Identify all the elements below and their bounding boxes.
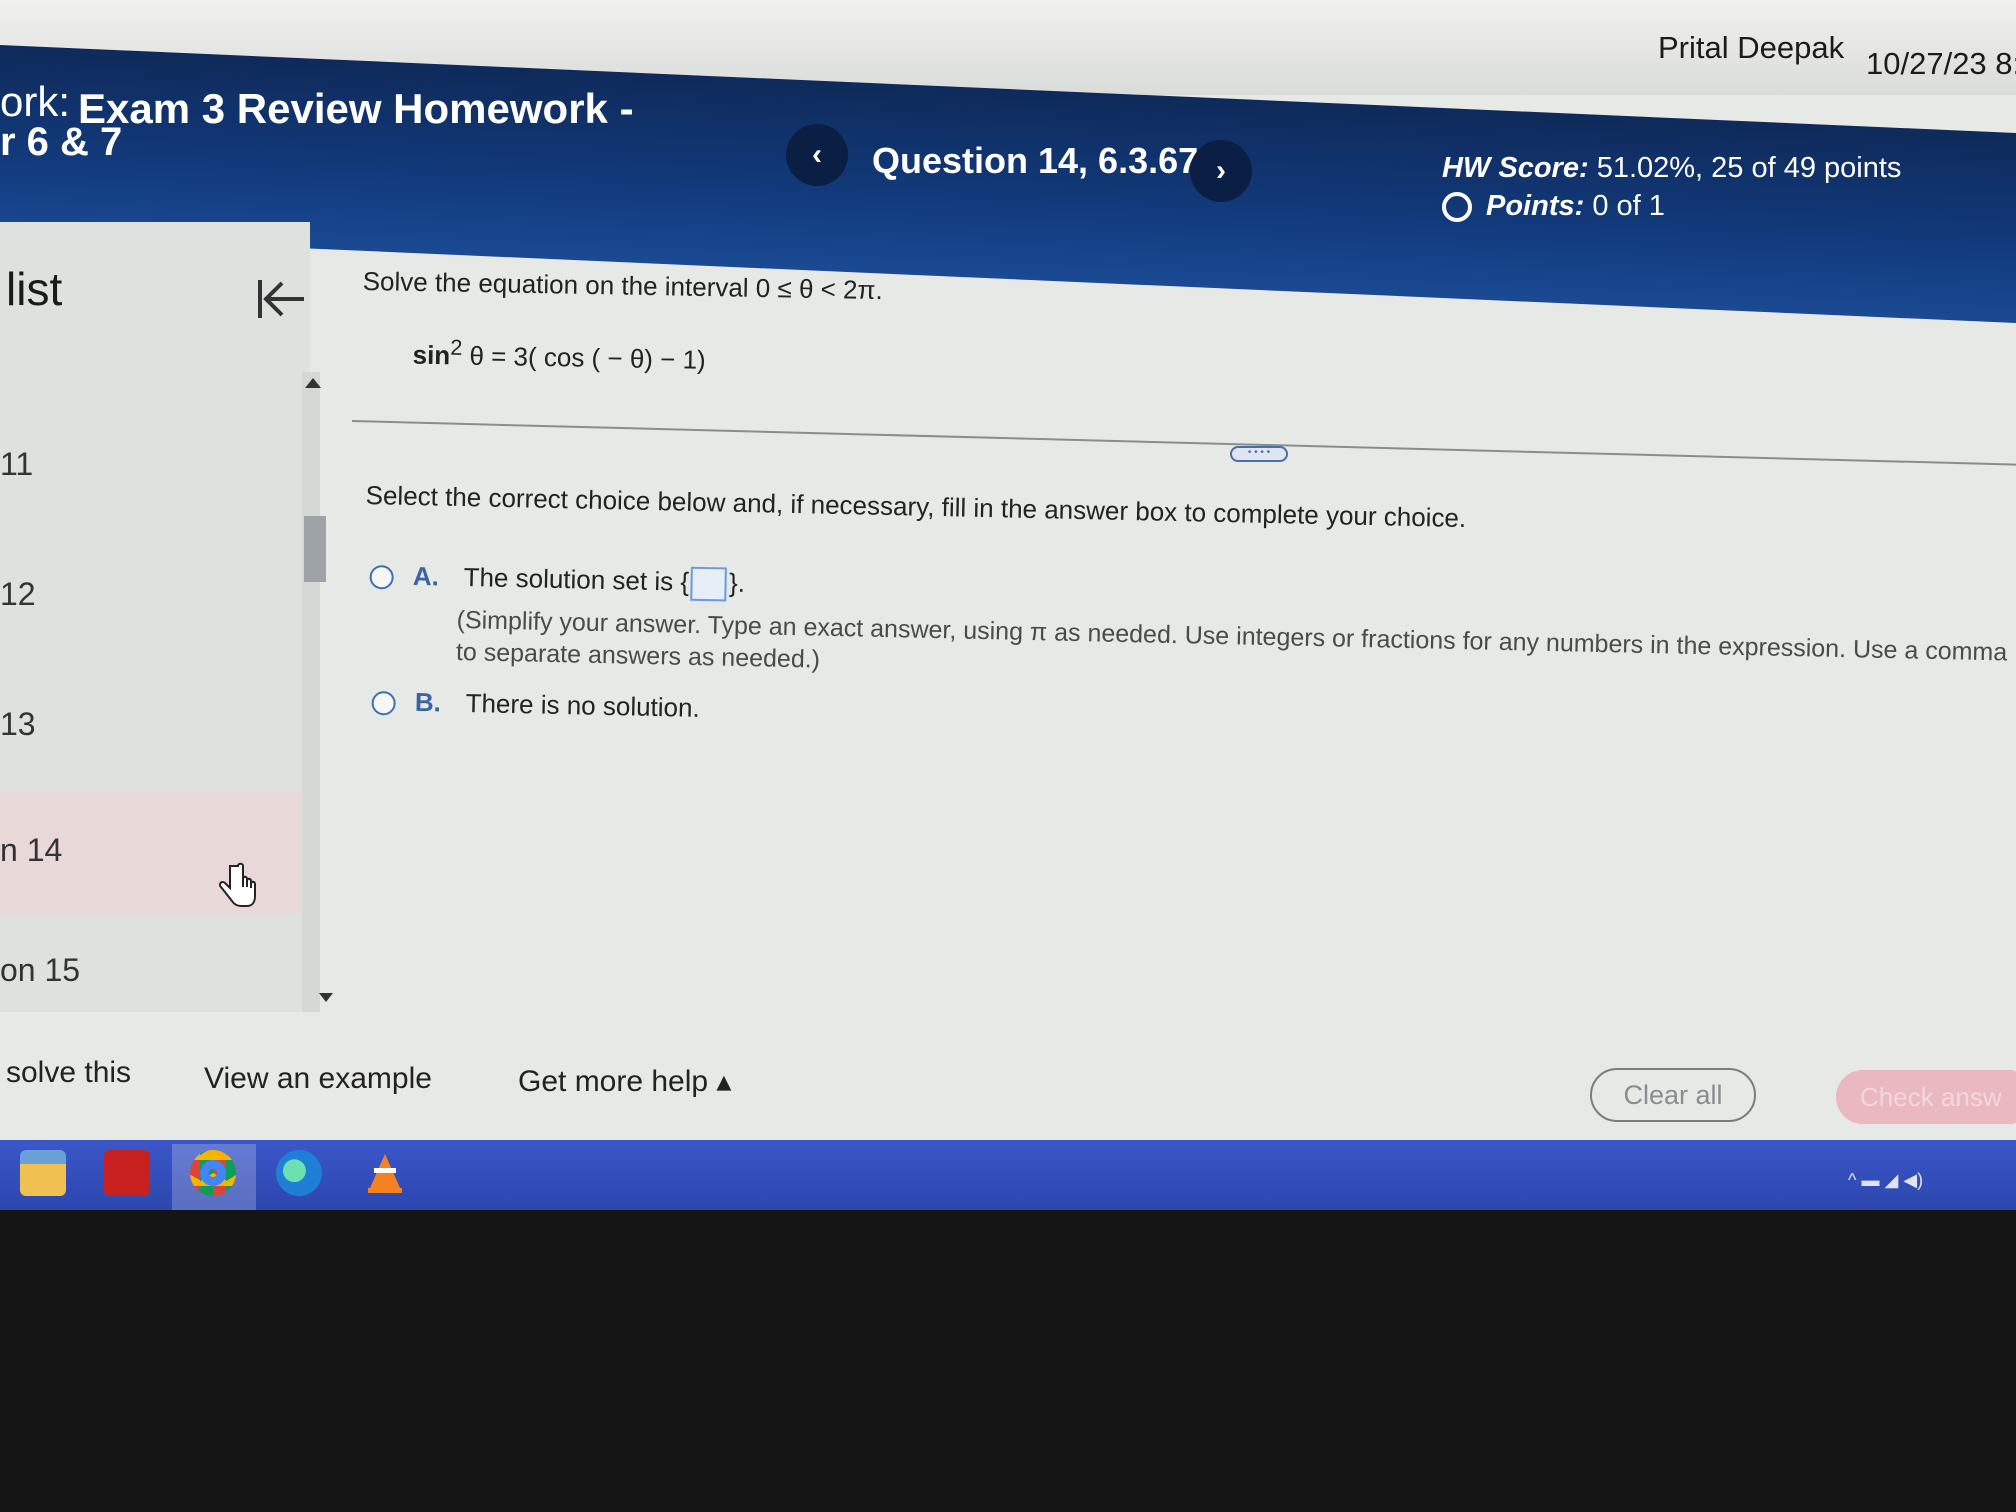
clear-all-label: Clear all [1623,1079,1723,1110]
question-prompt: Solve the equation on the interval 0 ≤ θ… [362,266,883,306]
homework-prefix: ork: [0,78,71,125]
choice-b-text: There is no solution. [465,687,701,723]
check-answer-label: Check answ [1860,1081,2002,1112]
get-more-help-link[interactable]: Get more help ▴ [518,1064,732,1099]
sidebar-item-label: 13 [0,706,36,742]
previous-question-button[interactable]: ‹ [786,124,848,186]
header-content: ork: Exam 3 Review Homework - r 6 & 7 ‹ … [0,0,2016,260]
sidebar-item-label: n 14 [0,832,63,868]
points: Points: 0 of 1 [1442,190,1665,223]
sidebar-title: list [6,263,63,315]
sidebar-scroll-thumb[interactable] [304,516,326,582]
sidebar-scrollbar[interactable] [302,372,320,1012]
instruction-text: Select the correct choice below and, if … [365,480,1467,534]
homework-subtitle: r 6 & 7 [0,120,123,164]
points-value: 0 of 1 [1592,190,1665,222]
sidebar-item-11[interactable]: 11 [0,446,33,483]
sidebar-item-13[interactable]: 13 [0,706,36,743]
chevron-left-icon: ‹ [812,138,822,171]
choice-a[interactable]: A. The solution set is {}. [369,560,745,602]
hw-score-value: 51.02%, 25 of 49 points [1596,152,1902,184]
hw-score-label: HW Score: [1442,152,1589,184]
section-divider [351,420,2016,467]
points-status-icon [1442,191,1472,222]
hw-score: HW Score: 51.02%, 25 of 49 points [1442,152,1901,185]
equation-rhs: θ = 3( cos ( − θ) − 1) [469,340,706,375]
view-example-link[interactable]: View an example [204,1062,432,1096]
points-label: Points: [1486,190,1585,222]
resize-handle[interactable]: • • • • [1230,446,1288,462]
question-title: Question 14, 6.3.67 [872,140,1199,181]
choice-b[interactable]: B. There is no solution. [371,686,700,724]
choice-a-text: The solution set is { [463,561,690,597]
homework-title: Exam 3 Review Homework - [78,85,634,132]
chevron-right-icon: › [1216,154,1226,187]
edge-icon[interactable] [276,1150,322,1196]
sidebar-item-12[interactable]: 12 [0,576,36,613]
sidebar-item-label: 12 [0,576,36,612]
next-question-button[interactable]: › [1190,140,1252,202]
equation: sin2 θ = 3( cos ( − θ) − 1) [412,334,706,376]
equation-exponent: 2 [450,334,463,360]
vlc-icon[interactable] [362,1150,408,1196]
choice-b-radio[interactable] [371,691,396,716]
sidebar-item-label: 11 [0,446,34,482]
acrobat-icon[interactable] [104,1150,150,1196]
choice-a-letter: A. [412,560,440,592]
sidebar-item-14[interactable]: n 14 [0,792,306,914]
scroll-down-icon[interactable] [319,993,333,1002]
collapse-sidebar-icon[interactable] [256,274,308,324]
help-me-solve-link[interactable]: solve this [6,1056,131,1090]
choice-a-radio[interactable] [369,565,394,590]
screen: Prital Deepak 10/27/23 8:0 ork: Exam 3 R… [0,0,2016,1210]
system-tray[interactable]: ^ ▬ ◢ ◀) [1848,1170,1923,1191]
hand-cursor-icon [218,862,256,907]
equation-sin: sin [412,339,451,371]
file-explorer-icon[interactable] [20,1150,66,1196]
sidebar-item-15[interactable]: on 15 [0,952,80,989]
clear-all-button[interactable]: Clear all [1590,1068,1756,1122]
scroll-up-icon[interactable] [305,378,321,388]
answer-hint: (Simplify your answer. Type an exact ans… [455,605,2008,674]
choice-b-letter: B. [414,686,442,718]
answer-input[interactable] [690,566,728,602]
sidebar-item-label: on 15 [0,952,81,988]
check-answer-button[interactable]: Check answ [1836,1070,2016,1124]
choice-a-text-after: }. [728,567,746,598]
chrome-icon[interactable] [190,1150,236,1196]
